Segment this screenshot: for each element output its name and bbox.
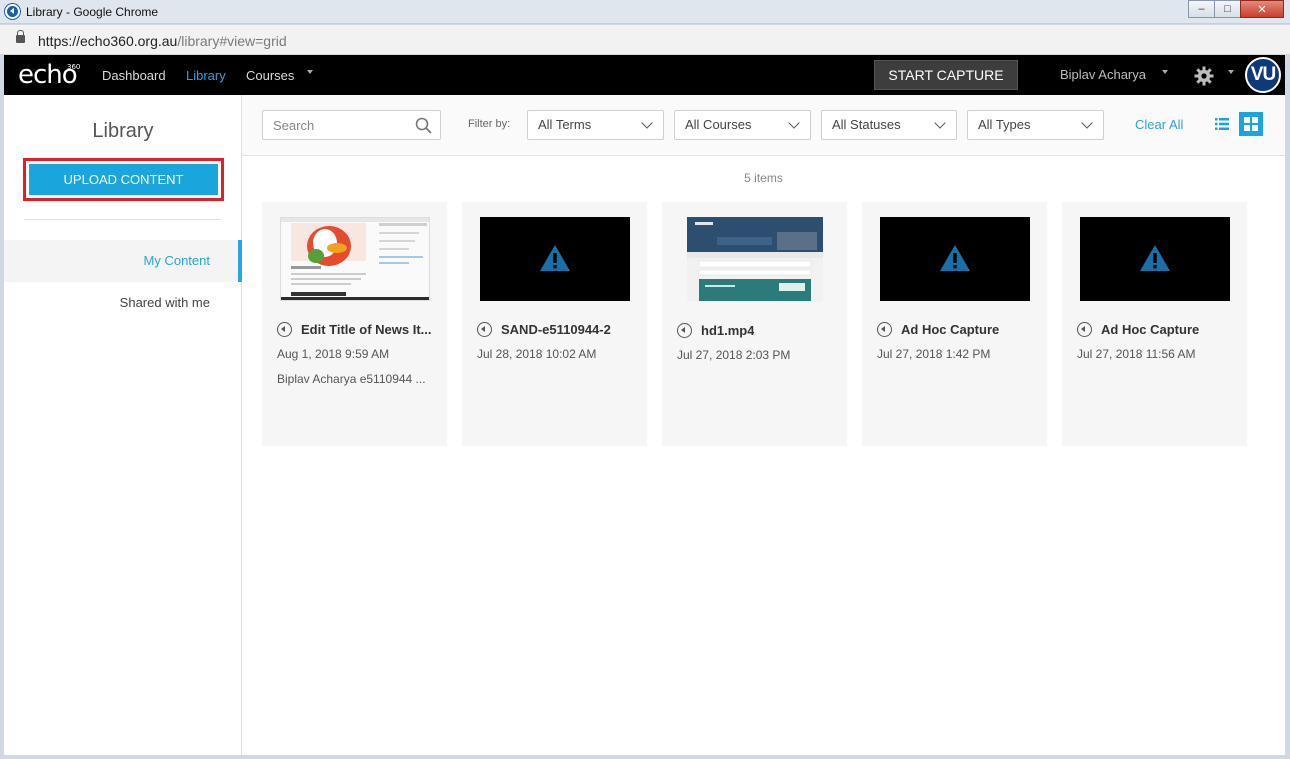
media-title[interactable]: Edit Title of News It... [301, 322, 432, 337]
media-date: Jul 27, 2018 1:42 PM [877, 347, 991, 361]
library-main: Search Filter by: All Terms All Courses … [242, 95, 1285, 755]
types-filter-select[interactable]: All Types [967, 110, 1104, 140]
media-thumbnail[interactable] [687, 217, 823, 301]
echo360-logo[interactable]: echo 360 [18, 60, 81, 90]
media-title[interactable]: hd1.mp4 [701, 323, 754, 338]
window-title: Library - Google Chrome [26, 5, 159, 19]
sidebar-title: Library [92, 120, 154, 142]
media-play-icon [1077, 321, 1092, 337]
nav-courses[interactable]: Courses [246, 68, 294, 83]
search-icon[interactable] [415, 117, 432, 134]
filter-label: Filter by: [468, 118, 511, 130]
terms-filter-select[interactable]: All Terms [527, 110, 664, 140]
media-title-row[interactable]: Edit Title of News It... [277, 319, 442, 339]
media-thumbnail[interactable] [1080, 217, 1230, 301]
chevron-down-icon [934, 117, 946, 129]
statuses-filter-value: All Statuses [832, 117, 901, 132]
media-date: Aug 1, 2018 9:59 AM [277, 347, 390, 361]
warning-icon [940, 245, 970, 271]
media-date: Jul 28, 2018 10:02 AM [477, 347, 597, 361]
url-path: /library#view=grid [177, 33, 287, 49]
item-count: 5 items [744, 171, 783, 185]
nav-dashboard[interactable]: Dashboard [102, 68, 166, 83]
media-play-icon [677, 322, 692, 338]
statuses-filter-select[interactable]: All Statuses [821, 110, 957, 140]
chevron-down-icon [788, 117, 800, 129]
url-text[interactable]: https://echo360.org.au/library#view=grid [38, 33, 287, 49]
media-thumbnail[interactable] [880, 217, 1030, 301]
top-navigation: echo 360 Dashboard Library Courses START … [4, 55, 1285, 95]
start-capture-button[interactable]: START CAPTURE [874, 60, 1018, 90]
url-host: https://echo360.org.au [38, 33, 178, 49]
terms-filter-value: All Terms [538, 117, 592, 132]
institution-avatar[interactable]: VU [1245, 57, 1281, 93]
window-titlebar: Library - Google Chrome – □ ✕ [0, 0, 1290, 24]
search-placeholder: Search [273, 118, 315, 133]
grid-view-icon [1244, 117, 1258, 131]
user-menu[interactable]: Biplav Acharya [1060, 67, 1146, 82]
media-title[interactable]: Ad Hoc Capture [1101, 322, 1199, 337]
media-play-icon [277, 321, 292, 337]
media-play-icon [477, 321, 492, 337]
warning-icon [1140, 245, 1170, 271]
media-card[interactable]: Ad Hoc Capture Jul 27, 2018 11:56 AM [1062, 202, 1247, 446]
media-thumbnail[interactable] [480, 217, 630, 301]
filter-toolbar: Search Filter by: All Terms All Courses … [242, 95, 1285, 156]
window-controls: – □ ✕ [1188, 0, 1284, 18]
sidebar-item-shared-with-me[interactable]: Shared with me [4, 282, 242, 324]
media-title-row[interactable]: Ad Hoc Capture [877, 319, 1042, 339]
settings-caret-icon[interactable] [1228, 70, 1234, 74]
webpage-thumbnail-image [687, 217, 823, 301]
media-play-icon [877, 321, 892, 337]
screenshot-thumbnail-image [281, 218, 429, 300]
media-date: Jul 27, 2018 11:56 AM [1077, 347, 1196, 361]
media-title[interactable]: Ad Hoc Capture [901, 322, 999, 337]
library-sidebar: Library UPLOAD CONTENT My Content Shared… [4, 95, 242, 755]
media-date: Jul 27, 2018 2:03 PM [677, 348, 791, 362]
logo-sup: 360 [67, 63, 81, 71]
media-thumbnail[interactable] [280, 217, 430, 301]
media-title-row[interactable]: Ad Hoc Capture [1077, 319, 1242, 339]
media-title-row[interactable]: SAND-e5110944-2 [477, 319, 642, 339]
media-owner: Biplav Acharya e5110944 ... [277, 372, 426, 386]
chrome-app-icon [5, 4, 20, 19]
sidebar-item-my-content[interactable]: My Content [4, 240, 242, 282]
grid-view-button[interactable] [1239, 112, 1263, 136]
courses-filter-select[interactable]: All Courses [674, 110, 811, 140]
gear-icon[interactable] [1194, 66, 1214, 86]
user-caret-icon[interactable] [1162, 70, 1168, 74]
chevron-down-icon [1081, 117, 1093, 129]
clear-all-link[interactable]: Clear All [1135, 117, 1183, 132]
media-card[interactable]: Ad Hoc Capture Jul 27, 2018 1:42 PM [862, 202, 1047, 446]
sidebar-divider [24, 219, 221, 220]
media-title-row[interactable]: hd1.mp4 [677, 320, 842, 340]
maximize-button[interactable]: □ [1214, 0, 1241, 18]
list-view-button[interactable] [1210, 112, 1234, 136]
nav-library[interactable]: Library [186, 68, 226, 83]
chevron-down-icon [641, 117, 653, 129]
close-window-button[interactable]: ✕ [1240, 0, 1284, 18]
courses-caret-icon[interactable] [307, 70, 313, 74]
upload-content-button[interactable]: UPLOAD CONTENT [29, 164, 218, 195]
media-card[interactable]: hd1.mp4 Jul 27, 2018 2:03 PM [662, 202, 847, 446]
minimize-button[interactable]: – [1188, 0, 1215, 18]
upload-highlight: UPLOAD CONTENT [23, 158, 224, 201]
list-view-icon [1215, 118, 1229, 130]
media-card[interactable]: SAND-e5110944-2 Jul 28, 2018 10:02 AM [462, 202, 647, 446]
media-title[interactable]: SAND-e5110944-2 [501, 322, 611, 337]
media-card[interactable]: Edit Title of News It... Aug 1, 2018 9:5… [262, 202, 447, 446]
address-bar[interactable]: https://echo360.org.au/library#view=grid [0, 25, 1290, 55]
echo360-app: echo 360 Dashboard Library Courses START … [4, 55, 1285, 755]
search-input[interactable]: Search [262, 110, 441, 140]
types-filter-value: All Types [978, 117, 1031, 132]
courses-filter-value: All Courses [685, 117, 752, 132]
lock-icon [16, 30, 25, 43]
warning-icon [540, 245, 570, 271]
